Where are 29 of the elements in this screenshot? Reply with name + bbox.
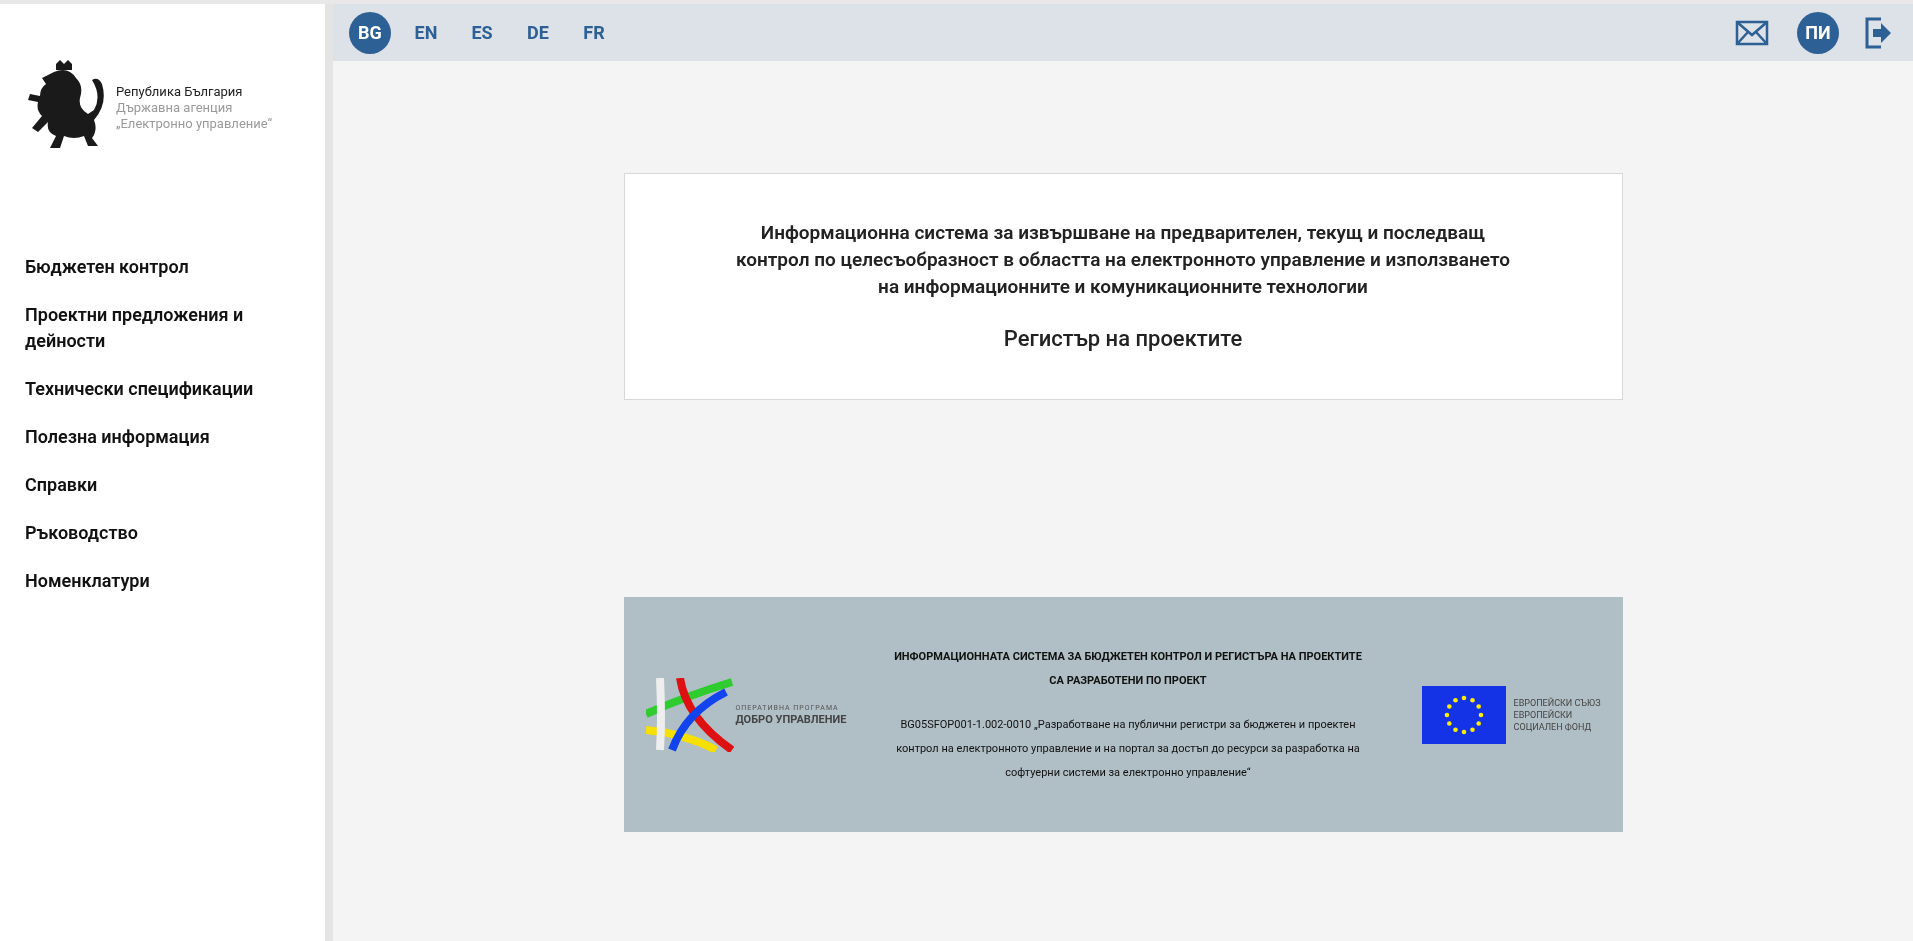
sidebar-item[interactable]: Полезна информация <box>25 424 305 450</box>
sidebar-item[interactable]: Технически спецификации <box>25 376 305 402</box>
logo-text: Държавна агенция <box>116 100 234 116</box>
sidebar-item[interactable]: Бюджетен контрол <box>25 254 305 280</box>
fund-name: ЕВРОПЕЙСКИ <box>1513 708 1574 721</box>
logo-text: „Електронно управление“ <box>116 116 273 132</box>
fund-name: ЕВРОПЕЙСКИ СЪЮЗ <box>1513 696 1601 709</box>
sidebar-item[interactable]: Номенклатури <box>25 568 305 594</box>
language-button[interactable]: ES <box>461 11 503 54</box>
mail-icon[interactable] <box>1735 19 1769 46</box>
fund-name: СОЦИАЛЕН ФОНД <box>1513 720 1593 733</box>
language-button[interactable]: BG <box>349 11 391 54</box>
sidebar-item[interactable]: Проектни предложения и дейности <box>25 302 305 354</box>
sidebar-item[interactable]: Ръководство <box>25 520 305 546</box>
language-button[interactable]: EN <box>405 11 447 54</box>
logout-icon[interactable] <box>1863 15 1893 50</box>
program-logo-icon <box>645 677 734 752</box>
language-button[interactable]: DE <box>517 11 559 54</box>
eu-flag-icon <box>1421 685 1506 744</box>
user-avatar[interactable]: ПИ <box>1797 11 1839 54</box>
logo-text: Република България <box>116 84 244 100</box>
banner-heading: ИНФОРМАЦИОННАТА СИСТЕМА ЗА БЮДЖЕТЕН КОНТРОЛ И РЕГИСТЪРА НА ПРОЕКТИТЕ <box>894 648 1362 665</box>
project-description: BG05SFOP001-1.002-0010 „Разработване на публични регистри за бюджетен и проектен контрол на електронното управление и на портал за достъп до ресурси за разработка на софтуерни системи за електронно управление“ <box>895 716 1361 781</box>
banner-heading: СА РАЗРАБОТЕНИ ПО ПРОЕКТ <box>1049 672 1207 689</box>
language-button[interactable]: FR <box>573 11 615 54</box>
sidebar-item[interactable]: Справки <box>25 472 305 498</box>
page-title: Регистър на проектите <box>1003 324 1243 353</box>
system-description: Информационна система за извършване на предварителен, текущ и последващ контрол по целесъобразност в областта на електронното управление и използването на информационните и комуникационните технологии <box>735 219 1511 300</box>
program-name: ДОБРО УПРАВЛЕНИЕ <box>735 713 847 726</box>
